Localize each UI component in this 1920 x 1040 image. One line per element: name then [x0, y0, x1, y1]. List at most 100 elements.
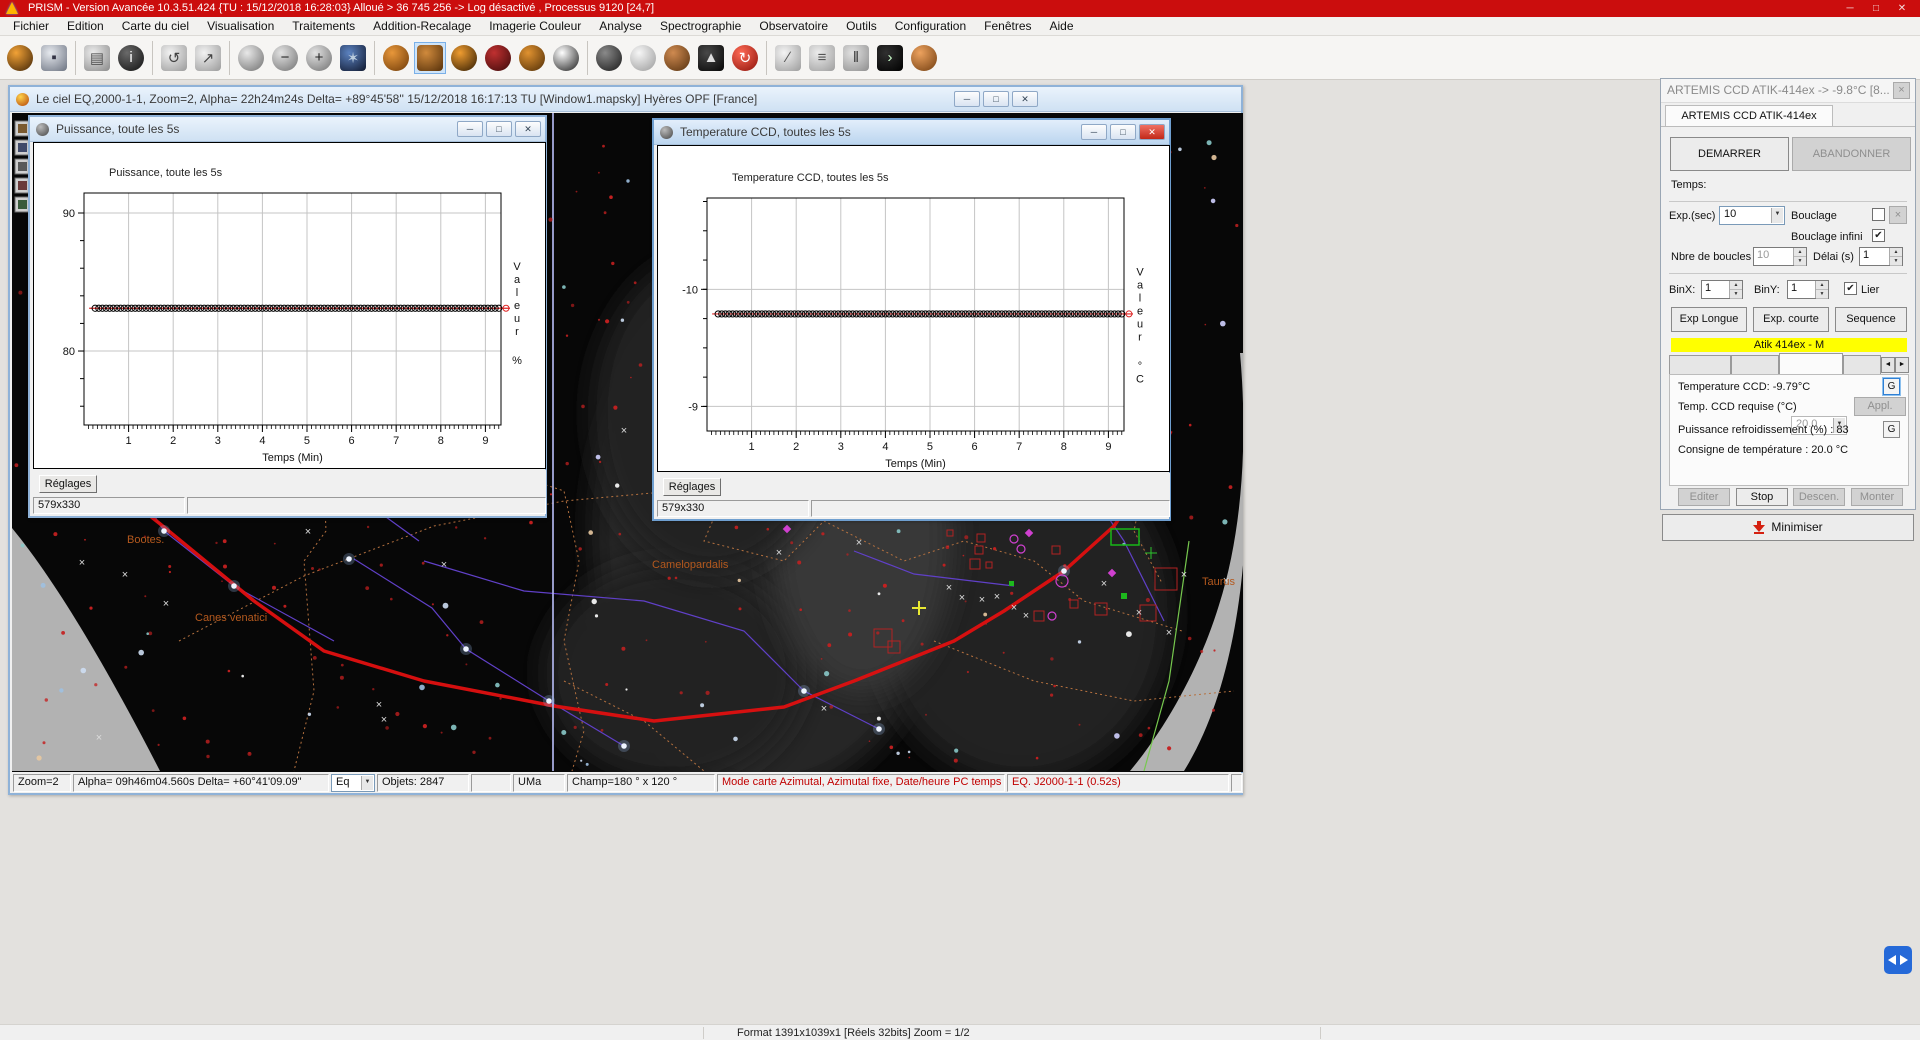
focuser-icon[interactable]	[516, 42, 548, 74]
menu-aide[interactable]: Aide	[1041, 17, 1083, 35]
ccd-stop-button[interactable]: Stop	[1736, 488, 1788, 506]
puissance-status-filler	[187, 497, 546, 514]
info-icon[interactable]: i	[115, 42, 147, 74]
zoom-in-icon[interactable]: +	[303, 42, 335, 74]
ccd-tab-temp-ccd[interactable]	[1779, 353, 1843, 375]
image-view-icon[interactable]: ✶	[337, 42, 369, 74]
open-image-icon[interactable]	[4, 42, 36, 74]
ccd-device-tab[interactable]: ARTEMIS CCD ATIK-414ex	[1665, 105, 1833, 127]
image-mountain-icon[interactable]: ▲	[695, 42, 727, 74]
ccd-appl-button[interactable]: Appl.	[1854, 397, 1906, 416]
zoom-out-icon[interactable]: −	[269, 42, 301, 74]
svg-text:4: 4	[259, 435, 265, 447]
puissance-close-button[interactable]: ✕	[515, 121, 541, 137]
sphere-icon[interactable]	[235, 42, 267, 74]
app-close-button[interactable]: ✕	[1890, 1, 1914, 16]
temperature-close-button[interactable]: ✕	[1139, 124, 1165, 140]
svg-text:Temps (Min): Temps (Min)	[262, 452, 323, 464]
menu-carte-du-ciel[interactable]: Carte du ciel	[113, 17, 198, 35]
menu-analyse[interactable]: Analyse	[590, 17, 651, 35]
ccd-exp-combo[interactable]: 10▼	[1719, 206, 1785, 225]
sky-minimize-button[interactable]: ─	[954, 91, 980, 107]
window-list-icon[interactable]: ≡	[806, 42, 838, 74]
menu-edition[interactable]: Edition	[58, 17, 113, 35]
star-globe-icon[interactable]	[627, 42, 659, 74]
remote-access-icon[interactable]	[1884, 946, 1912, 974]
temperature-maximize-button[interactable]: □	[1110, 124, 1136, 140]
menu-configuration[interactable]: Configuration	[886, 17, 975, 35]
menu-imagerie-couleur[interactable]: Imagerie Couleur	[480, 17, 590, 35]
temperature-minimize-button[interactable]: ─	[1081, 124, 1107, 140]
temperature-titlebar[interactable]: Temperature CCD, toutes les 5s ─ □ ✕	[654, 120, 1169, 145]
ccd-close-button[interactable]: ×	[1893, 82, 1910, 99]
puissance-reglages-button[interactable]: Réglages	[39, 475, 97, 493]
svg-text:80: 80	[63, 346, 75, 358]
ccd-descen-button[interactable]: Descen.	[1793, 488, 1845, 506]
ccd-start-button[interactable]: DEMARRER	[1670, 137, 1789, 171]
annotate-pen-icon[interactable]: ∕	[772, 42, 804, 74]
ccd-delai-spinner[interactable]: 1▲▼	[1859, 247, 1903, 266]
sky-maximize-button[interactable]: □	[983, 91, 1009, 107]
menu-observatoire[interactable]: Observatoire	[750, 17, 837, 35]
menu-addition-recalage[interactable]: Addition-Recalage	[364, 17, 480, 35]
flip-icon[interactable]: ↗	[192, 42, 224, 74]
ccd-bouclage-clear-button[interactable]: ×	[1889, 206, 1907, 224]
puissance-maximize-button[interactable]: □	[486, 121, 512, 137]
ccd-minimiser-button[interactable]: Minimiser	[1662, 514, 1914, 541]
planet-tools-icon[interactable]	[661, 42, 693, 74]
temperature-reglages-button[interactable]: Réglages	[663, 478, 721, 496]
ccd-camera-icon[interactable]	[482, 42, 514, 74]
menu-fen-tres[interactable]: Fenêtres	[975, 17, 1040, 35]
telescope-icon[interactable]	[593, 42, 625, 74]
hand-gear-icon[interactable]	[380, 42, 412, 74]
sky-status-filler	[1231, 774, 1242, 792]
sky-window-title: Le ciel EQ,2000-1-1, Zoom=2, Alpha= 22h2…	[36, 87, 757, 112]
histogram-icon[interactable]: ‖	[840, 42, 872, 74]
menu-traitements[interactable]: Traitements	[283, 17, 364, 35]
svg-text:×: ×	[994, 591, 1000, 603]
ccd-window-title[interactable]: ARTEMIS CCD ATIK-414ex -> -9.8°C [8...	[1661, 79, 1915, 103]
print-setup-icon[interactable]: ▤	[81, 42, 113, 74]
ccd-bouclage-checkbox[interactable]	[1872, 208, 1885, 221]
menu-fichier[interactable]: Fichier	[4, 17, 58, 35]
ccd-temp-graph-button[interactable]: G	[1883, 378, 1900, 395]
terminal-icon[interactable]: ›	[874, 42, 906, 74]
ccd-tab-camera[interactable]	[1731, 355, 1779, 375]
ccd-bouclage-infini-checkbox[interactable]: ✔	[1872, 229, 1885, 242]
ccd-exp-courte-button[interactable]: Exp. courte	[1753, 307, 1829, 332]
refresh-red-icon[interactable]: ↻	[729, 42, 761, 74]
ccd-nbre-spinner[interactable]: 10▲▼	[1753, 247, 1807, 266]
ccd-editer-button[interactable]: Editer	[1678, 488, 1730, 506]
camera-lens-icon[interactable]	[448, 42, 480, 74]
camera-lens-icon	[451, 45, 477, 71]
svg-text:u: u	[1137, 319, 1143, 331]
sky-close-button[interactable]: ✕	[1012, 91, 1038, 107]
app-maximize-button[interactable]: □	[1864, 1, 1888, 16]
save-icon[interactable]: ▪	[38, 42, 70, 74]
menu-spectrographie[interactable]: Spectrographie	[651, 17, 750, 35]
ccd-monter-button[interactable]: Monter	[1851, 488, 1903, 506]
ccd-puissance-graph-button[interactable]: G	[1883, 421, 1900, 438]
ccd-tab-fenetrage[interactable]	[1669, 355, 1731, 375]
ccd-biny-spinner[interactable]: 1▲▼	[1787, 280, 1829, 299]
puissance-minimize-button[interactable]: ─	[457, 121, 483, 137]
ccd-binx-spinner[interactable]: 1▲▼	[1701, 280, 1743, 299]
observer-icon[interactable]	[908, 42, 940, 74]
ccd-abort-button[interactable]: ABANDONNER	[1792, 137, 1911, 171]
menu-visualisation[interactable]: Visualisation	[198, 17, 283, 35]
ccd-lier-checkbox[interactable]: ✔	[1844, 282, 1857, 295]
ccd-sequence-button[interactable]: Sequence	[1835, 307, 1907, 332]
sky-window-titlebar[interactable]: Le ciel EQ,2000-1-1, Zoom=2, Alpha= 22h2…	[10, 87, 1241, 112]
app-minimize-button[interactable]: ─	[1838, 1, 1862, 16]
svg-text:8: 8	[1061, 441, 1067, 453]
ccd-tabs-scroll-left[interactable]: ◄	[1881, 357, 1895, 373]
ccd-tab-options[interactable]	[1843, 355, 1881, 375]
sky-coordinate-system-combo[interactable]: Eq▼	[331, 774, 375, 792]
rotate-icon[interactable]: ↺	[158, 42, 190, 74]
comet-icon[interactable]	[550, 42, 582, 74]
camera-acquire-icon[interactable]	[414, 42, 446, 74]
menu-outils[interactable]: Outils	[837, 17, 886, 35]
ccd-tabs-scroll-right[interactable]: ►	[1895, 357, 1909, 373]
puissance-titlebar[interactable]: Puissance, toute les 5s ─ □ ✕	[30, 117, 545, 142]
ccd-exp-longue-button[interactable]: Exp Longue	[1671, 307, 1747, 332]
